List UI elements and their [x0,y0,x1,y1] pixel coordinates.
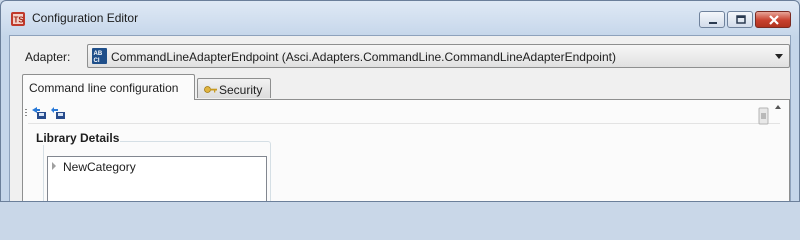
title-bar[interactable]: TS Configuration Editor [1,1,799,35]
tab-label: Security [219,83,263,97]
scrollbar-grip-icon[interactable] [758,105,769,125]
close-button[interactable] [755,11,791,28]
configuration-editor-window: TS Configuration Editor Adapter: AB CI C… [0,0,800,202]
close-icon [769,15,779,25]
maximize-icon [736,15,746,24]
tab-command-line-configuration[interactable]: Command line configuration [22,74,195,100]
export-icon[interactable] [50,106,66,120]
key-icon [204,86,217,93]
library-details-title: Library Details [35,131,121,145]
expand-arrow-icon[interactable] [52,162,56,170]
adapter-icon: AB CI [92,48,107,64]
minimize-icon [709,22,717,24]
svg-text:CI: CI [94,58,100,64]
tree-item-label: NewCategory [63,160,136,174]
tab-label: Command line configuration [29,81,179,95]
maximize-button[interactable] [727,11,753,28]
minimize-button[interactable] [699,11,725,28]
svg-text:TS: TS [14,16,25,25]
toolbar-grip[interactable] [25,109,27,117]
import-icon[interactable] [31,106,47,120]
chevron-down-icon[interactable] [775,54,783,59]
adapter-selected-value: CommandLineAdapterEndpoint (Asci.Adapter… [111,50,616,64]
client-area: Adapter: AB CI CommandLineAdapterEndpoin… [9,35,791,201]
ts-app-icon: TS [11,12,25,26]
tree-item-newcategory[interactable]: NewCategory [52,160,136,174]
adapter-label: Adapter: [25,50,71,64]
adapter-select[interactable]: AB CI CommandLineAdapterEndpoint (Asci.A… [87,44,790,68]
command-line-configuration-panel: Library Details NewCategory [22,99,790,201]
toolbar-divider [28,123,780,124]
library-tree[interactable]: NewCategory [47,156,267,201]
tab-security[interactable]: Security [197,78,271,98]
scroll-up-icon[interactable] [775,105,781,109]
svg-text:AB: AB [94,51,103,57]
window-title: Configuration Editor [32,11,139,25]
